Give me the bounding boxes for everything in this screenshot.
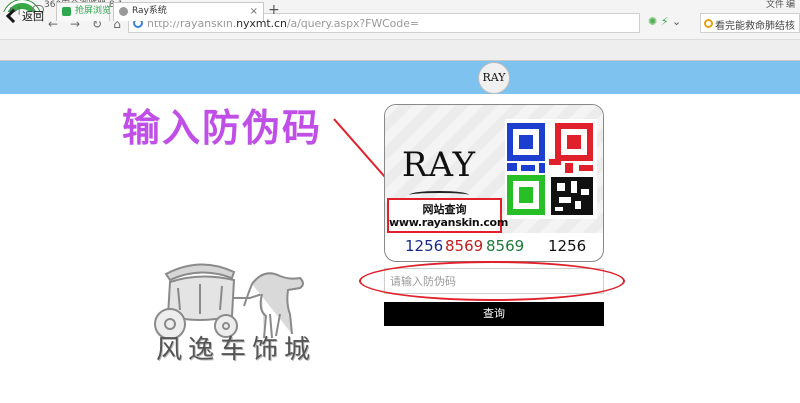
query-button[interactable]: 查询 xyxy=(384,302,604,326)
website-query-box: 网站查询 www.rayanskin.com xyxy=(387,198,508,233)
anti-counterfeit-code-input[interactable] xyxy=(384,268,604,294)
code-segment: 1256 xyxy=(548,237,587,255)
label-logo-text: RAY xyxy=(401,145,477,185)
code-segment: 8569 xyxy=(445,237,484,255)
code-segment: 8569 xyxy=(486,237,525,255)
brand-name: 风逸车饰城 xyxy=(156,335,317,365)
anti-counterfeit-label: RAY 网站查询 www.rayanskin.com 1256 8569 856… xyxy=(384,104,604,262)
code-segment: 1256 xyxy=(405,237,444,255)
website-url-label: www.rayanskin.com xyxy=(389,216,508,229)
qr-code xyxy=(505,119,597,219)
website-query-label: 网站查询 xyxy=(422,203,467,216)
